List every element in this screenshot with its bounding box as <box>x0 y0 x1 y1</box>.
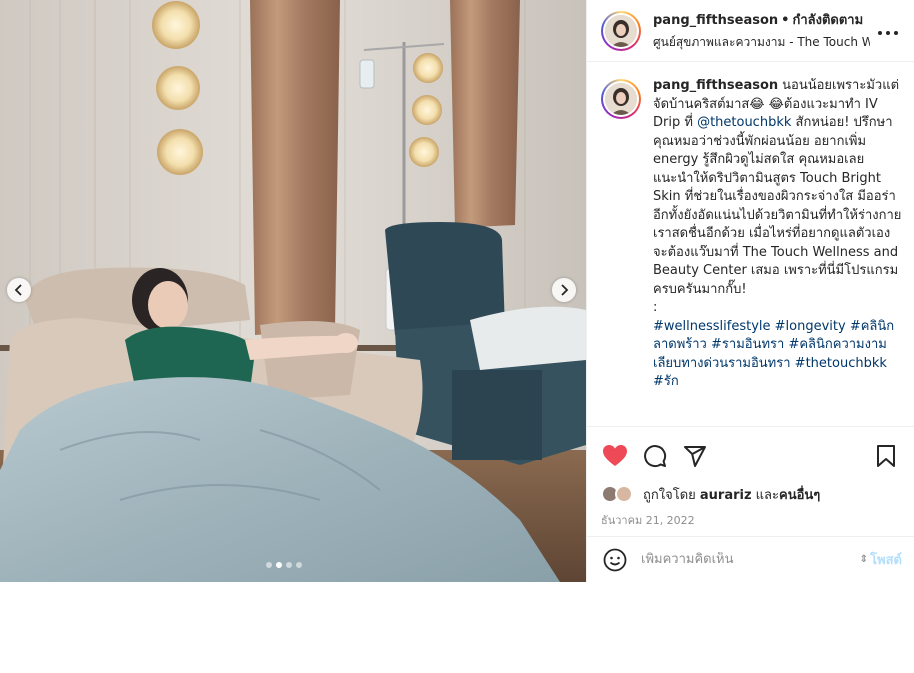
post-media[interactable] <box>0 0 586 582</box>
liked-by-prefix: ถูกใจโดย <box>643 487 700 503</box>
carousel-indicator <box>266 562 302 568</box>
post-caption: pang_fifthseason นอนน้อยเพราะมัวแต่จัดบ้า… <box>653 77 902 392</box>
add-comment-bar: ⇕โพสต์ <box>587 536 914 582</box>
comments-section[interactable]: pang_fifthseason นอนน้อยเพราะมัวแต่จัดบ้า… <box>587 63 914 425</box>
smiley-icon <box>603 548 627 571</box>
hashtag-link[interactable]: #thetouchbkk <box>795 356 887 371</box>
share-button[interactable] <box>681 442 709 470</box>
caption-username-link[interactable]: pang_fifthseason <box>653 78 778 93</box>
carousel-next-button[interactable] <box>552 278 576 302</box>
hashtag-link[interactable]: #รามอินทรา <box>711 337 784 352</box>
caption-colon: : <box>653 300 658 315</box>
like-button[interactable] <box>601 442 629 470</box>
more-horizontal-icon <box>878 31 898 35</box>
sort-arrows-icon: ⇕ <box>859 554 869 565</box>
carousel-dot <box>286 562 292 568</box>
post-comment-button[interactable]: ⇕ โพสต์ <box>860 549 902 570</box>
header-separator: • <box>781 13 790 28</box>
location-link[interactable]: ศูนย์สุขภาพและความงาม - The Touch Wellne… <box>653 33 870 52</box>
more-options-button[interactable] <box>876 21 900 40</box>
caption-avatar[interactable] <box>601 79 641 119</box>
heart-filled-icon <box>603 445 627 466</box>
following-button[interactable]: กำลังติดตาม <box>792 13 863 28</box>
hashtag-link[interactable]: #longevity <box>775 319 846 334</box>
liker-avatars[interactable] <box>601 483 639 505</box>
save-button[interactable] <box>872 442 900 470</box>
comment-icon <box>644 445 667 468</box>
chevron-right-icon <box>561 284 569 296</box>
chevron-left-icon <box>14 284 22 296</box>
hashtag-link[interactable]: #wellnesslifestyle <box>653 319 771 334</box>
post-comment-label: โพสต์ <box>870 553 902 568</box>
avatar-image <box>605 14 637 47</box>
post-side-panel: pang_fifthseason • กำลังติดตาม ศูนย์สุขภาพ… <box>586 0 914 582</box>
liked-by-others-link[interactable]: คนอื่นๆ <box>779 488 820 503</box>
comment-button[interactable] <box>641 442 669 470</box>
carousel-dot <box>296 562 302 568</box>
post-photo <box>0 0 586 582</box>
avatar-image <box>605 83 637 115</box>
hashtag-link[interactable]: #รัก <box>653 374 679 389</box>
emoji-button[interactable] <box>601 546 629 574</box>
likes-summary: ถูกใจโดย aurariz และคนอื่นๆ <box>601 483 900 505</box>
bookmark-icon <box>877 445 895 467</box>
liked-by-user-link[interactable]: aurariz <box>700 488 752 503</box>
avatar[interactable] <box>601 10 641 51</box>
post-date[interactable]: ธันวาคม 21, 2022 <box>601 511 900 529</box>
header-username-link[interactable]: pang_fifthseason <box>653 13 778 28</box>
carousel-dot <box>266 562 272 568</box>
post-header: pang_fifthseason • กำลังติดตาม ศูนย์สุขภาพ… <box>587 0 914 62</box>
caption-text: สักหน่อย! ปรึกษาคุณหมอว่าช่วงนี้พักผ่อนน… <box>653 115 902 297</box>
post-actions: ถูกใจโดย aurariz และคนอื่นๆ ธันวาคม 21, … <box>587 426 914 529</box>
carousel-prev-button[interactable] <box>7 278 31 302</box>
caption-row: pang_fifthseason นอนน้อยเพราะมัวแต่จัดบ้า… <box>601 77 902 392</box>
carousel-dot-active <box>276 562 282 568</box>
paper-plane-icon <box>684 446 706 467</box>
liker-avatar <box>615 485 633 503</box>
instagram-post: pang_fifthseason • กำลังติดตาม ศูนย์สุขภาพ… <box>0 0 914 582</box>
comment-input[interactable] <box>641 552 841 567</box>
liked-by-text: ถูกใจโดย aurariz และคนอื่นๆ <box>643 484 820 505</box>
mention-link[interactable]: @thetouchbkk <box>697 115 791 130</box>
liked-by-and: และ <box>751 487 780 503</box>
